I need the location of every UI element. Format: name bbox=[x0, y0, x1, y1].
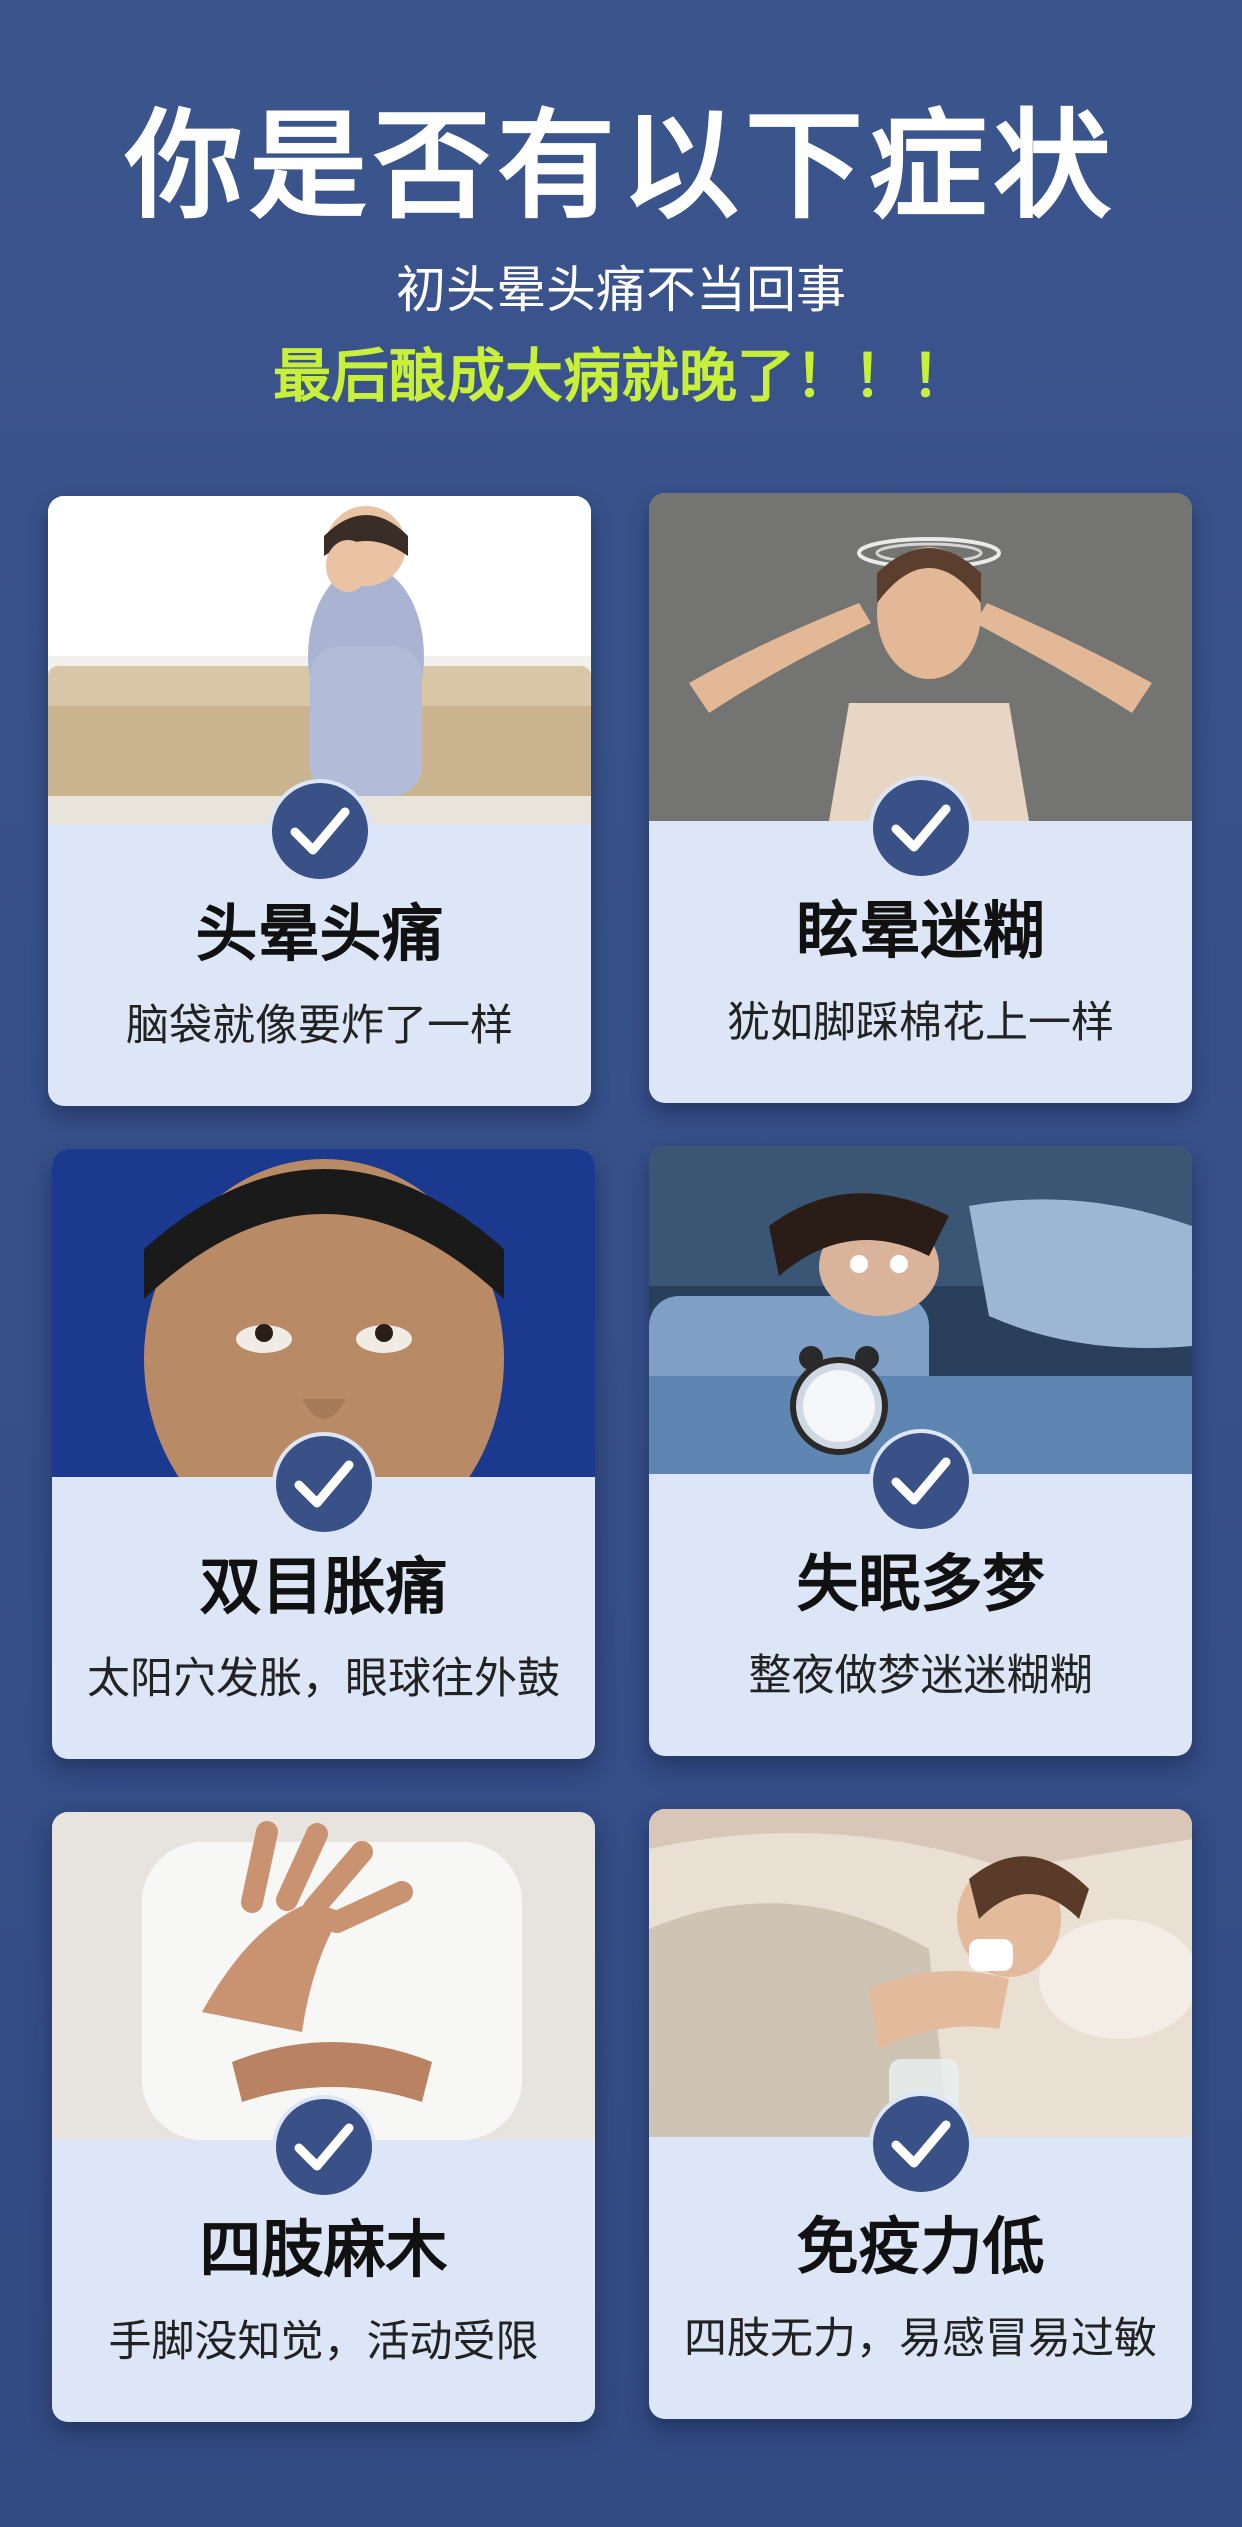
check-icon bbox=[891, 1457, 951, 1505]
check-badge bbox=[869, 1429, 973, 1533]
check-badge bbox=[268, 779, 372, 883]
check-badge bbox=[272, 2095, 376, 2199]
symptom-card-low-immunity[interactable]: 免疫力低 四肢无力，易感冒易过敏 bbox=[649, 1809, 1192, 2419]
page-title: 你是否有以下症状 bbox=[124, 97, 1117, 235]
photo-woman-sick bbox=[649, 1809, 1192, 2137]
check-badge bbox=[869, 2092, 973, 2196]
symptom-title: 失眠多梦 bbox=[796, 1547, 1045, 1620]
check-icon bbox=[294, 1460, 354, 1508]
symptom-description: 太阳穴发胀，眼球往外鼓 bbox=[87, 1654, 560, 1704]
photo-woman-dizzy bbox=[649, 493, 1192, 821]
symptom-description: 整夜做梦迷迷糊糊 bbox=[748, 1651, 1093, 1701]
symptom-card-dizziness[interactable]: 眩晕迷糊 犹如脚踩棉花上一样 bbox=[649, 493, 1192, 1103]
symptom-title: 四肢麻木 bbox=[199, 2213, 448, 2286]
photo-woman-insomnia bbox=[649, 1146, 1192, 1474]
check-icon bbox=[290, 807, 350, 855]
photo-woman-headache bbox=[48, 496, 591, 824]
photo-hands-numbness bbox=[52, 1812, 595, 2140]
symptom-description: 手脚没知觉，活动受限 bbox=[108, 2317, 539, 2367]
symptom-description: 四肢无力，易感冒易过敏 bbox=[684, 2314, 1157, 2364]
symptom-description: 脑袋就像要炸了一样 bbox=[126, 1001, 513, 1051]
symptom-title: 头晕头痛 bbox=[195, 897, 444, 970]
check-icon bbox=[294, 2123, 354, 2171]
check-badge bbox=[272, 1432, 376, 1536]
check-icon bbox=[891, 2120, 951, 2168]
symptom-card-eye-pain[interactable]: 双目胀痛 太阳穴发胀，眼球往外鼓 bbox=[52, 1149, 595, 1759]
symptom-description: 犹如脚踩棉花上一样 bbox=[727, 998, 1114, 1048]
symptom-title: 免疫力低 bbox=[796, 2210, 1045, 2283]
symptom-title: 眩晕迷糊 bbox=[796, 894, 1045, 967]
symptom-card-headache[interactable]: 头晕头痛 脑袋就像要炸了一样 bbox=[48, 496, 591, 1106]
symptom-card-numbness[interactable]: 四肢麻木 手脚没知觉，活动受限 bbox=[52, 1812, 595, 2422]
check-icon bbox=[891, 804, 951, 852]
symptom-card-insomnia[interactable]: 失眠多梦 整夜做梦迷迷糊糊 bbox=[649, 1146, 1192, 1756]
page-subtitle: 初头晕头痛不当回事 bbox=[396, 261, 846, 319]
check-badge bbox=[869, 776, 973, 880]
symptom-title: 双目胀痛 bbox=[199, 1550, 448, 1623]
warning-text: 最后酿成大病就晚了！！！ bbox=[272, 342, 969, 410]
photo-man-looking-up bbox=[52, 1149, 595, 1477]
